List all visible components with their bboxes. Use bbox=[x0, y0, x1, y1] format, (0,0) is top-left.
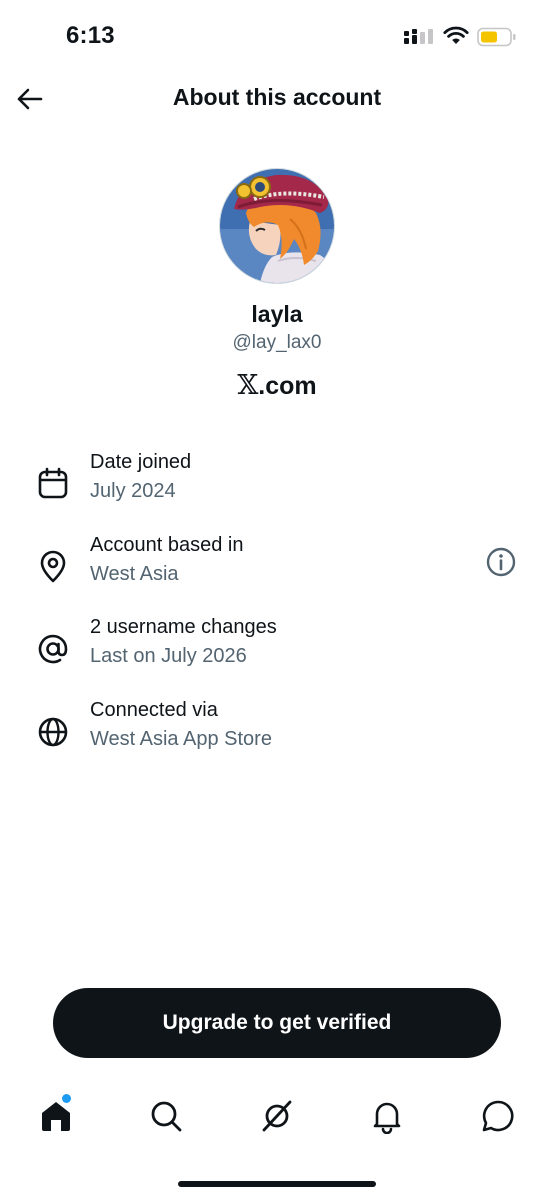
messages-icon[interactable] bbox=[480, 1098, 516, 1134]
info-row-value: West Asia App Store bbox=[90, 728, 272, 750]
info-row-account-based-in: Account based in West Asia bbox=[0, 534, 554, 594]
info-row-connected-via: Connected via West Asia App Store bbox=[0, 699, 554, 759]
info-row-value: West Asia bbox=[90, 563, 179, 585]
x-logo-icon: 𝕏 bbox=[237, 370, 259, 401]
upgrade-to-get-verified-button[interactable]: Upgrade to get verified bbox=[53, 988, 501, 1058]
home-icon[interactable] bbox=[38, 1098, 74, 1134]
wifi-icon bbox=[443, 26, 469, 44]
info-row-label: Date joined bbox=[90, 451, 192, 473]
notifications-bell-icon[interactable] bbox=[369, 1098, 405, 1134]
avatar[interactable] bbox=[220, 169, 334, 283]
info-row-label: Connected via bbox=[90, 699, 218, 721]
info-circle-icon[interactable] bbox=[485, 546, 517, 578]
info-row-label: 2 username changes bbox=[90, 616, 277, 638]
notification-dot bbox=[62, 1094, 71, 1103]
search-icon[interactable] bbox=[148, 1098, 184, 1134]
calendar-icon bbox=[38, 467, 68, 499]
avatar-image bbox=[220, 169, 334, 283]
info-row-username-changes: 2 username changes Last on July 2026 bbox=[0, 616, 554, 676]
globe-icon bbox=[38, 717, 68, 747]
status-time: 6:13 bbox=[66, 22, 115, 49]
username-handle: @lay_lax0 bbox=[232, 332, 322, 353]
at-sign-icon bbox=[38, 634, 68, 664]
home-indicator[interactable] bbox=[178, 1181, 376, 1187]
site-label: 𝕏.com bbox=[0, 370, 554, 401]
location-pin-icon bbox=[40, 550, 66, 583]
battery-icon bbox=[477, 27, 516, 47]
grok-icon[interactable] bbox=[259, 1098, 295, 1134]
info-row-value: Last on July 2026 bbox=[90, 645, 247, 667]
page-title: About this account bbox=[172, 84, 382, 110]
info-row-date-joined: Date joined July 2024 bbox=[0, 451, 554, 511]
display-name: layla bbox=[251, 301, 303, 327]
cellular-signal-icon bbox=[404, 29, 433, 44]
info-row-label: Account based in bbox=[90, 534, 244, 556]
info-row-value: July 2024 bbox=[90, 480, 176, 502]
site-suffix: .com bbox=[258, 372, 317, 400]
